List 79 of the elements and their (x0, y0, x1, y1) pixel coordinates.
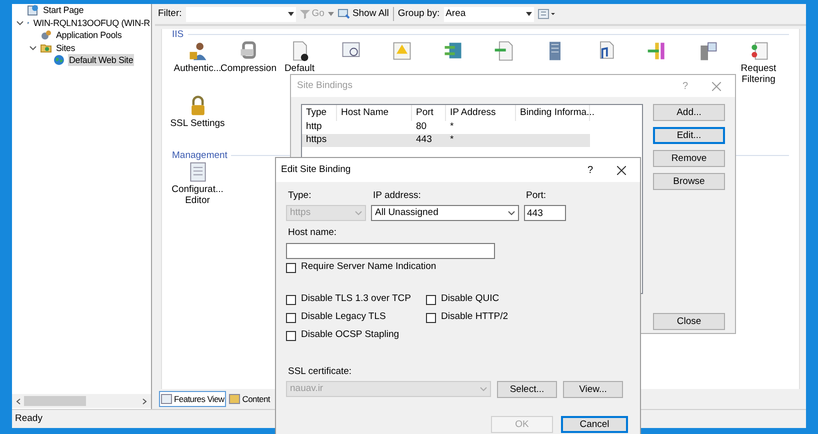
column-header[interactable]: IP Address (446, 105, 516, 121)
group-by-label: Group by: (398, 6, 440, 21)
filter-field[interactable] (186, 6, 296, 22)
section-header: IIS (172, 29, 184, 40)
dialog-button[interactable]: Browse (653, 173, 725, 190)
field-label: Host name: (287, 226, 338, 240)
checkbox[interactable] (286, 294, 296, 304)
checkbox-label: Require Server Name Indication (301, 260, 436, 274)
status-text: Ready (15, 412, 42, 426)
feature-label[interactable]: SSL Settings (170, 118, 226, 129)
checkbox-label: Disable TLS 1.3 over TCP (301, 292, 412, 306)
checkbox-label: Disable QUIC (441, 292, 500, 306)
table-cell-text: * (450, 120, 454, 134)
checkbox-label: Disable HTTP/2 (441, 310, 508, 324)
gears-icon (40, 29, 52, 42)
funnel-icon (300, 9, 310, 19)
tree-item[interactable]: Default Web Site (68, 54, 134, 66)
dialog-button[interactable]: Add... (653, 104, 725, 121)
close-button[interactable]: Close (653, 313, 725, 330)
column-header[interactable]: Host Name (337, 105, 412, 121)
checkbox-label: Disable OCSP Stapling (301, 328, 400, 342)
dialog-button[interactable]: Edit... (653, 127, 725, 144)
help-button[interactable]: ? (587, 162, 593, 178)
field-label: Type: (287, 189, 312, 203)
document-arrow-icon[interactable] (492, 40, 514, 62)
tree-item[interactable]: Sites (55, 42, 76, 54)
filter-label: Filter: (158, 6, 182, 21)
group-by-dropdown[interactable]: Area (444, 6, 534, 22)
bars-icon[interactable] (646, 40, 668, 62)
folder-icon (229, 394, 240, 404)
horizontal-scrollbar[interactable] (12, 394, 151, 408)
select-button[interactable]: Select... (497, 380, 557, 398)
grid-icon (161, 394, 172, 404)
checkbox-label: Disable Legacy TLS (301, 310, 386, 324)
binding-row[interactable]: https 443 * (302, 134, 590, 147)
window-search-icon (338, 9, 350, 19)
dropdown-arrow-icon[interactable] (526, 12, 532, 16)
globe-page-icon (27, 4, 39, 16)
tree-item[interactable]: Application Pools (55, 29, 123, 42)
tree-item[interactable]: WIN-RQLN13OOFUQ (WIN-R (32, 16, 151, 29)
table-cell-text: 80 (416, 120, 427, 134)
show-all-button[interactable]: Show All (338, 6, 389, 22)
ip-address-dropdown[interactable]: All Unassigned (371, 205, 519, 222)
section-header: Management (172, 150, 228, 161)
view-button[interactable]: View... (563, 380, 623, 398)
view-grid-icon[interactable] (538, 9, 556, 19)
table-cell-text: * (450, 133, 454, 148)
chevron-icon[interactable] (29, 44, 37, 52)
folder-icon (40, 42, 52, 54)
field-label: SSL certificate: (287, 364, 353, 378)
checkbox[interactable] (286, 330, 296, 340)
table-cell-text: https (306, 133, 327, 148)
checkbox[interactable] (426, 312, 436, 322)
feature-label[interactable]: Configurat... Editor (170, 184, 226, 206)
chevron-icon[interactable] (16, 18, 24, 27)
table-cell-text: http (306, 120, 322, 134)
binding-row[interactable]: http 80 * (302, 121, 590, 134)
dropdown-arrow-icon[interactable] (288, 12, 294, 16)
close-icon[interactable] (617, 166, 626, 174)
feature-label[interactable]: Compression (220, 63, 276, 74)
checkbox[interactable] (286, 262, 296, 272)
tree-item[interactable]: Start Page (42, 4, 85, 16)
dialog-title: Site Bindings (297, 78, 352, 93)
globe-icon (53, 54, 65, 66)
view-tab[interactable]: Features View (159, 391, 226, 407)
view-tab[interactable]: Content (227, 391, 272, 407)
checkbox[interactable] (426, 294, 436, 304)
checkbox[interactable] (286, 312, 296, 322)
dialog-title: Edit Site Binding (281, 162, 351, 177)
cancel-button[interactable]: Cancel (561, 416, 628, 433)
dialog-button[interactable]: Remove (653, 150, 725, 167)
port-field[interactable]: 443 (524, 205, 566, 222)
field-label: Port: (525, 189, 548, 203)
table-cell-text: 443 (416, 133, 432, 148)
column-header[interactable]: Type (302, 105, 337, 121)
field-label: IP address: (372, 189, 422, 203)
host-name-field[interactable] (286, 242, 495, 258)
column-header[interactable]: Port (412, 105, 446, 121)
warning-sign-icon[interactable] (390, 40, 412, 62)
